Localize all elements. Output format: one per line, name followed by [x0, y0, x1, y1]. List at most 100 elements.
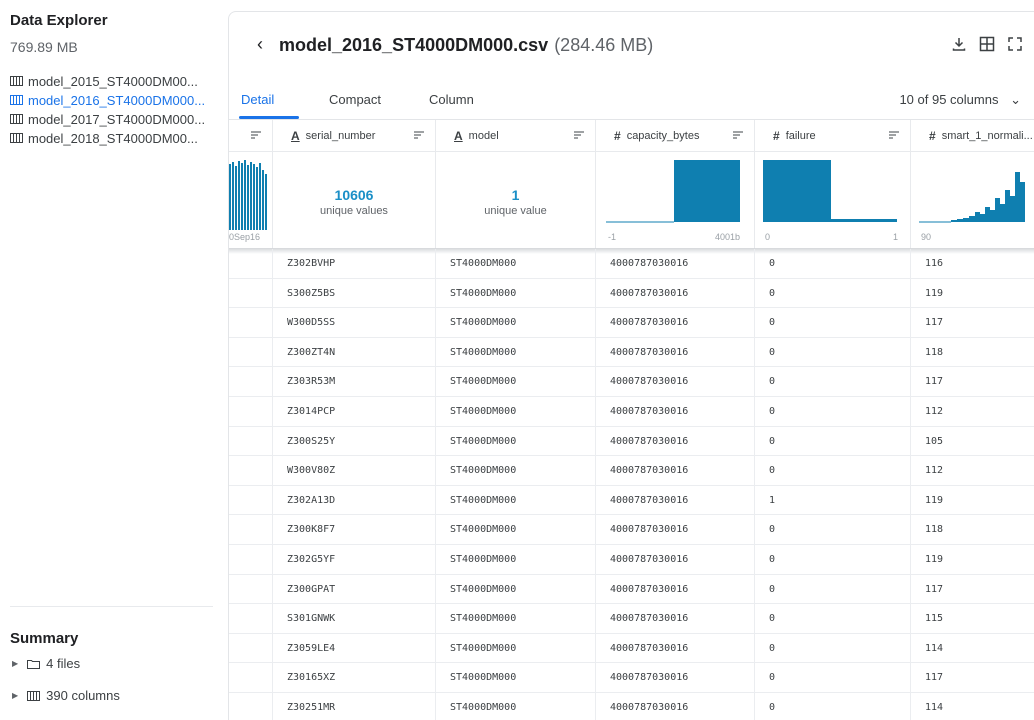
table-cell[interactable]: [229, 367, 273, 397]
table-cell[interactable]: 0: [755, 574, 911, 605]
table-cell[interactable]: Z30251MR: [273, 692, 436, 720]
table-cell[interactable]: 4000787030016: [596, 633, 755, 664]
table-cell[interactable]: 4000787030016: [596, 396, 755, 427]
table-cell[interactable]: [229, 337, 273, 368]
summary-files-row[interactable]: ▶ 4 files: [12, 656, 80, 671]
table-row[interactable]: Z300K8F7 ST4000DM000 4000787030016 0 118: [229, 515, 1034, 545]
table-cell[interactable]: ST4000DM000: [436, 278, 596, 309]
table-cell[interactable]: ST4000DM000: [436, 633, 596, 664]
table-cell[interactable]: ST4000DM000: [436, 544, 596, 575]
table-cell[interactable]: ST4000DM000: [436, 663, 596, 693]
table-row[interactable]: Z3059LE4 ST4000DM000 4000787030016 0 114: [229, 633, 1034, 664]
table-cell[interactable]: Z300GPAT: [273, 574, 436, 605]
table-cell[interactable]: 115: [911, 604, 1034, 634]
table-cell[interactable]: 118: [911, 515, 1034, 545]
table-cell[interactable]: S300Z5BS: [273, 278, 436, 309]
table-cell[interactable]: 114: [911, 693, 1034, 720]
table-row[interactable]: Z3014PCP ST4000DM000 4000787030016 0 112: [229, 396, 1034, 427]
table-row[interactable]: S300Z5BS ST4000DM000 4000787030016 0 119: [229, 278, 1034, 309]
table-cell[interactable]: 4000787030016: [596, 278, 755, 309]
table-cell[interactable]: 112: [911, 397, 1034, 427]
table-cell[interactable]: 117: [911, 367, 1034, 397]
table-cell[interactable]: ST4000DM000: [436, 574, 596, 605]
table-cell[interactable]: [229, 604, 273, 634]
table-cell[interactable]: 0: [755, 604, 911, 634]
table-cell[interactable]: Z3014PCP: [273, 396, 436, 427]
table-cell[interactable]: 0: [755, 337, 911, 368]
table-cell[interactable]: ST4000DM000: [436, 367, 596, 397]
table-cell[interactable]: Z300K8F7: [273, 515, 436, 545]
table-cell[interactable]: Z302G5YF: [273, 544, 436, 575]
tab-detail[interactable]: Detail: [241, 92, 274, 107]
table-cell[interactable]: 4000787030016: [596, 426, 755, 457]
table-row[interactable]: Z30251MR ST4000DM000 4000787030016 0 114: [229, 692, 1034, 720]
table-cell[interactable]: 0: [755, 249, 911, 279]
table-row[interactable]: Z303R53M ST4000DM000 4000787030016 0 117: [229, 367, 1034, 397]
table-cell[interactable]: 0: [755, 278, 911, 309]
table-row[interactable]: S301GNWK ST4000DM000 4000787030016 0 115: [229, 604, 1034, 634]
table-cell[interactable]: 4000787030016: [596, 367, 755, 397]
back-chevron-icon[interactable]: ‹: [257, 34, 263, 55]
table-cell[interactable]: 118: [911, 338, 1034, 368]
table-cell[interactable]: 0: [755, 396, 911, 427]
columns-selector[interactable]: 10 of 95 columns ⌄: [899, 92, 1021, 108]
table-cell[interactable]: 105: [911, 427, 1034, 457]
col-header-capacity-bytes[interactable]: # capacity_bytes: [596, 120, 755, 152]
table-cell[interactable]: 0: [755, 633, 911, 664]
table-cell[interactable]: [229, 633, 273, 664]
table-cell[interactable]: 0: [755, 515, 911, 545]
table-cell[interactable]: [229, 249, 273, 279]
table-cell[interactable]: ST4000DM000: [436, 485, 596, 516]
table-cell[interactable]: ST4000DM000: [436, 249, 596, 279]
table-cell[interactable]: 4000787030016: [596, 515, 755, 545]
table-row[interactable]: Z302G5YF ST4000DM000 4000787030016 0 119: [229, 544, 1034, 575]
table-cell[interactable]: 119: [911, 279, 1034, 309]
table-row[interactable]: Z30165XZ ST4000DM000 4000787030016 0 117: [229, 663, 1034, 693]
col-header-model[interactable]: A model: [436, 120, 596, 152]
table-cell[interactable]: W300D5SS: [273, 308, 436, 338]
table-cell[interactable]: 4000787030016: [596, 544, 755, 575]
table-cell[interactable]: 0: [755, 544, 911, 575]
table-cell[interactable]: [229, 456, 273, 486]
table-cell[interactable]: W300V80Z: [273, 456, 436, 486]
table-cell[interactable]: ST4000DM000: [436, 456, 596, 486]
fullscreen-icon[interactable]: [1007, 36, 1023, 52]
table-cell[interactable]: [229, 278, 273, 309]
table-cell[interactable]: 117: [911, 575, 1034, 605]
table-row[interactable]: Z302A13D ST4000DM000 4000787030016 1 119: [229, 485, 1034, 516]
table-cell[interactable]: 119: [911, 486, 1034, 516]
table-cell[interactable]: [229, 574, 273, 605]
table-cell[interactable]: [229, 308, 273, 338]
col-header-failure[interactable]: # failure: [755, 120, 911, 152]
col-header-smart-1-normalized[interactable]: # smart_1_normali...: [911, 120, 1034, 152]
table-row[interactable]: Z300ZT4N ST4000DM000 4000787030016 0 118: [229, 337, 1034, 368]
table-cell[interactable]: 114: [911, 634, 1034, 664]
table-cell[interactable]: ST4000DM000: [436, 692, 596, 720]
tab-column[interactable]: Column: [429, 92, 474, 107]
table-cell[interactable]: [229, 663, 273, 693]
table-cell[interactable]: [229, 426, 273, 457]
sort-icon[interactable]: [413, 130, 425, 140]
table-row[interactable]: Z300S25Y ST4000DM000 4000787030016 0 105: [229, 426, 1034, 457]
table-cell[interactable]: S301GNWK: [273, 604, 436, 634]
file-item-2018[interactable]: model_2018_ST4000DM00...: [10, 129, 215, 147]
table-row[interactable]: W300V80Z ST4000DM000 4000787030016 0 112: [229, 456, 1034, 486]
table-cell[interactable]: [229, 692, 273, 720]
table-cell[interactable]: 4000787030016: [596, 308, 755, 338]
sort-icon[interactable]: [573, 130, 585, 140]
table-cell[interactable]: 0: [755, 456, 911, 486]
table-cell[interactable]: 4000787030016: [596, 663, 755, 693]
summary-columns-row[interactable]: ▶ 390 columns: [12, 688, 120, 703]
table-cell[interactable]: 4000787030016: [596, 692, 755, 720]
table-cell[interactable]: Z302A13D: [273, 485, 436, 516]
col-header-serial-number[interactable]: A serial_number: [273, 120, 436, 152]
table-cell[interactable]: [229, 485, 273, 516]
sort-icon[interactable]: [250, 130, 262, 140]
file-item-2016[interactable]: model_2016_ST4000DM000...: [10, 91, 215, 109]
file-item-2015[interactable]: model_2015_ST4000DM00...: [10, 72, 215, 90]
table-cell[interactable]: Z300ZT4N: [273, 337, 436, 368]
table-cell[interactable]: 4000787030016: [596, 456, 755, 486]
table-cell[interactable]: ST4000DM000: [436, 515, 596, 545]
table-cell[interactable]: 4000787030016: [596, 604, 755, 634]
table-cell[interactable]: [229, 396, 273, 427]
